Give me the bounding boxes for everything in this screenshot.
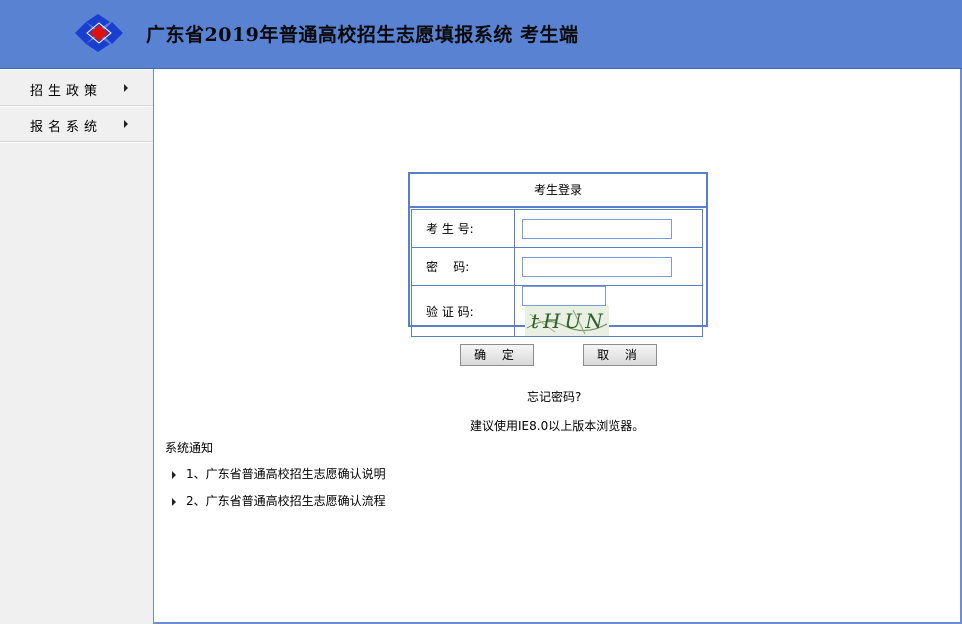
caret-right-icon — [172, 497, 176, 506]
main-content — [154, 69, 962, 624]
notice-item-label: 2、广东省普通高校招生志愿确认流程 — [186, 494, 386, 508]
captcha-label: 验 证 码: — [411, 285, 515, 337]
exam-number-label: 考 生 号: — [411, 209, 515, 248]
password-label: 密 码: — [411, 247, 515, 286]
exam-number-input[interactable] — [522, 218, 672, 239]
password-input[interactable] — [522, 256, 672, 277]
notice-item-label: 1、广东省普通高校招生志愿确认说明 — [186, 467, 386, 481]
page-title: 广东省2019年普通高校招生志愿填报系统 考生端 — [146, 24, 579, 46]
login-title: 考生登录 — [410, 174, 706, 208]
sidebar-item-label: 招生政策 — [30, 84, 103, 99]
captcha-image[interactable]: tHUN — [525, 306, 609, 336]
captcha-text: tHUN — [531, 309, 607, 333]
diamond-logo-icon — [75, 14, 123, 52]
login-form: 考 生 号: 密 码: 验 证 码: tHUN — [411, 209, 703, 337]
login-panel: 考生登录 考 生 号: 密 码: 验 证 码: tHUN — [408, 172, 708, 337]
browser-recommendation: 建议使用IE8.0以上版本浏览器。 — [470, 419, 645, 433]
forgot-password-link[interactable]: 忘记密码? — [527, 388, 581, 405]
header-bar: 广东省2019年普通高校招生志愿填报系统 考生端 — [0, 0, 962, 69]
sidebar-item-registration-system[interactable]: 报名系统 — [0, 106, 153, 142]
cancel-button[interactable]: 取 消 — [583, 344, 657, 366]
confirm-button[interactable]: 确 定 — [460, 344, 534, 366]
caret-right-icon — [172, 470, 176, 479]
notice-item[interactable]: 1、广东省普通高校招生志愿确认说明 — [172, 465, 386, 482]
caret-right-icon — [124, 84, 128, 92]
sidebar: 招生政策 报名系统 — [0, 69, 154, 624]
sidebar-item-admission-policy[interactable]: 招生政策 — [0, 69, 153, 106]
captcha-input[interactable] — [522, 286, 606, 306]
sidebar-item-label: 报名系统 — [30, 120, 103, 135]
system-notice-title: 系统通知 — [165, 441, 214, 455]
caret-right-icon — [124, 120, 128, 128]
notice-item[interactable]: 2、广东省普通高校招生志愿确认流程 — [172, 492, 386, 509]
